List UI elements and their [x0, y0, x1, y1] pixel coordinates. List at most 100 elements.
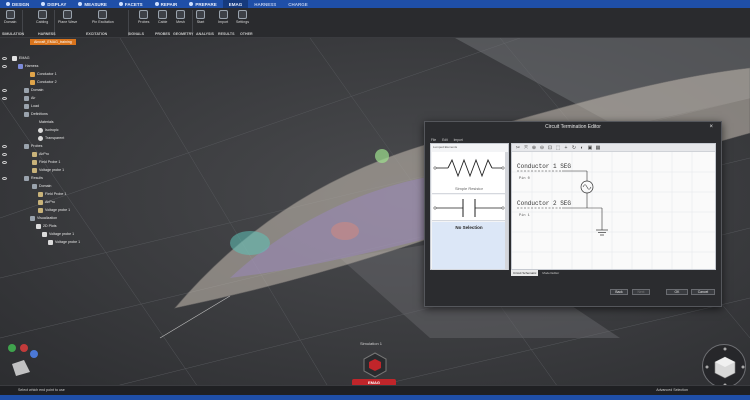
tab-prepare[interactable]: PREPARE: [183, 0, 222, 8]
eye-icon[interactable]: [2, 65, 7, 68]
back-button[interactable]: Back: [610, 289, 628, 295]
start-icon: [196, 10, 205, 19]
zoom-out-icon[interactable]: ⊖: [539, 145, 545, 151]
tree-item[interactable]: Load: [24, 102, 39, 110]
tree-item[interactable]: Conductor 2: [30, 78, 57, 86]
cabling-button[interactable]: Cabling: [36, 10, 48, 24]
library-item-resistor[interactable]: Simple Resistor: [432, 152, 506, 194]
tree-item[interactable]: Isotropic: [38, 126, 59, 134]
close-icon[interactable]: ×: [709, 122, 713, 132]
project-tab[interactable]: Aircraft_EMAG_training: [30, 39, 76, 45]
eye-icon[interactable]: [2, 145, 7, 148]
tab-harness[interactable]: HARNESS: [248, 0, 282, 8]
tree-item[interactable]: Materials: [32, 118, 54, 126]
library-item-label: Simple Resistor: [454, 186, 483, 191]
eye-icon[interactable]: [2, 177, 7, 180]
menu-edit[interactable]: Edit: [442, 138, 448, 142]
ok-button[interactable]: OK: [666, 289, 688, 295]
tree-item[interactable]: Results: [24, 174, 43, 182]
tree-item[interactable]: Visualization: [30, 214, 57, 222]
simulation-hex-icon[interactable]: [362, 352, 388, 378]
tree-item[interactable]: Conductor 1: [30, 70, 57, 78]
cut-icon[interactable]: ✂: [515, 145, 521, 151]
contrast-icon[interactable]: ◐: [579, 145, 585, 151]
tree-item[interactable]: AirPro: [38, 198, 55, 206]
library-scrollbar[interactable]: [505, 152, 508, 270]
tree-item[interactable]: Transparent: [38, 134, 64, 142]
tree-item[interactable]: Voltage probe 1: [48, 238, 80, 246]
isotropic-icon: [38, 127, 43, 133]
pin1-label: Pin 0: [519, 176, 530, 181]
tree-item[interactable]: Harness: [18, 62, 38, 70]
cable-icon: [158, 10, 168, 19]
tree-item[interactable]: EMAG: [12, 54, 30, 62]
group-simulation: SIMULATION: [2, 32, 25, 36]
schematic-canvas[interactable]: ✂ ⤧ ⊕ ⊖ ⊡ ⬚ + ↻ ◐ ▣ ▦ Conductor 1 SEG Pi…: [511, 143, 716, 270]
tab-emag[interactable]: EMAG: [222, 0, 249, 8]
save-icon[interactable]: ▣: [587, 145, 593, 151]
library-item-no-selection[interactable]: No Selection: [432, 222, 506, 270]
select-icon[interactable]: ⬚: [555, 145, 561, 151]
zoom-area-icon[interactable]: ⊡: [547, 145, 553, 151]
eye-icon[interactable]: [2, 57, 7, 60]
tree-item[interactable]: Probes: [24, 142, 42, 150]
library-item-capacitor[interactable]: [432, 195, 506, 221]
next-button[interactable]: Next: [632, 289, 650, 295]
domain-button[interactable]: Domain: [4, 10, 16, 24]
menu-import[interactable]: Import: [454, 138, 463, 142]
tree-item[interactable]: Voltage probe 1: [42, 230, 74, 238]
probe-marker: [375, 149, 389, 163]
zoom-in-icon[interactable]: ⊕: [531, 145, 537, 151]
mesh-button[interactable]: Mesh: [176, 10, 185, 24]
tab-charge[interactable]: CHARGE: [282, 0, 314, 8]
tab-display[interactable]: DISPLAY: [35, 0, 72, 8]
tab-design[interactable]: DESIGN: [0, 0, 35, 8]
tree-item[interactable]: Field Probe 1: [38, 190, 66, 198]
tree-item[interactable]: Field Probe 1: [32, 158, 60, 166]
eye-icon[interactable]: [2, 97, 7, 100]
tree-item[interactable]: Domain: [24, 86, 43, 94]
settings-button[interactable]: Settings: [236, 10, 249, 24]
emag-icon: [12, 55, 17, 61]
tab-facets[interactable]: FACETS: [113, 0, 149, 8]
menu-file[interactable]: File: [431, 138, 436, 142]
tab-circuit-schematic[interactable]: Circuit Schematic: [511, 270, 539, 276]
probes-icon: [24, 143, 29, 149]
fit-icon[interactable]: ⤧: [523, 145, 529, 151]
start-button[interactable]: Start: [196, 10, 205, 24]
status-message: Select which end point to use: [18, 388, 65, 392]
repair-icon: [154, 2, 159, 6]
results-icon: [24, 175, 29, 181]
grid-icon[interactable]: ▦: [595, 145, 601, 151]
eye-icon[interactable]: [2, 89, 7, 92]
pin-excitation-button[interactable]: Pin Excitation: [92, 10, 114, 24]
pin-excitation-icon: [98, 10, 108, 19]
eye-icon[interactable]: [2, 161, 7, 164]
resistor-symbol-icon: [433, 158, 505, 178]
plot-icon: [36, 223, 41, 229]
probes-button[interactable]: Probes: [138, 10, 149, 24]
cable-button[interactable]: Cable: [158, 10, 167, 24]
tab-measure[interactable]: MEASURE: [72, 0, 113, 8]
tree-item[interactable]: Definitions: [24, 110, 48, 118]
component-shape: [230, 231, 270, 255]
cancel-button[interactable]: Cancel: [691, 289, 715, 295]
tree-item[interactable]: Voltage probe 1: [32, 166, 64, 174]
navigation-gizmo[interactable]: [702, 344, 746, 388]
advanced-selection-toggle[interactable]: Advanced Selection: [656, 388, 688, 392]
circuit-termination-editor-dialog: Circuit Termination Editor × File Edit I…: [424, 121, 722, 307]
add-icon[interactable]: +: [563, 145, 569, 151]
tree-item[interactable]: AirPro: [32, 150, 49, 158]
domain-icon: [5, 10, 15, 19]
import-button[interactable]: Import: [218, 10, 228, 24]
eye-icon[interactable]: [2, 153, 7, 156]
library-header: Lumped Elements: [433, 145, 458, 149]
tree-item[interactable]: 2D Plots: [36, 222, 57, 230]
rotate-icon[interactable]: ↻: [571, 145, 577, 151]
plane-wave-button[interactable]: Plane Wave: [58, 10, 77, 24]
tree-item[interactable]: Domain: [32, 182, 51, 190]
tab-repair[interactable]: REPAIR: [149, 0, 184, 8]
tab-model-editor[interactable]: Model Editor: [540, 270, 561, 276]
tree-item[interactable]: Voltage probe 1: [38, 206, 70, 214]
tree-item[interactable]: Air: [24, 94, 35, 102]
